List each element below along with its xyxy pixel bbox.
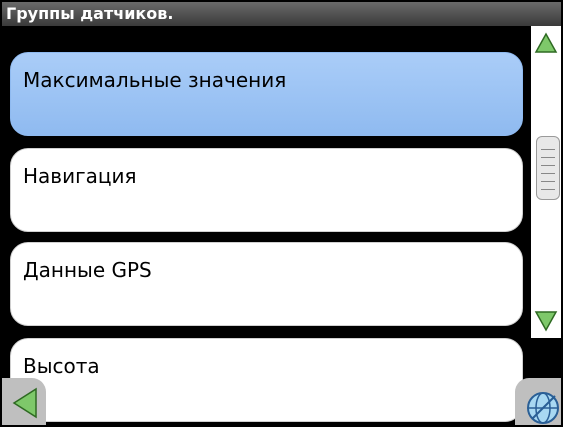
sensor-group-list: Максимальные значения Навигация Данные G…: [2, 26, 561, 425]
globe-icon: [527, 392, 559, 424]
list-item-label: Максимальные значения: [23, 68, 287, 92]
page-title: Группы датчиков.: [2, 2, 561, 26]
list-item-gps-data[interactable]: Данные GPS: [10, 242, 523, 326]
list-item-label: Навигация: [23, 164, 137, 188]
scroll-up-button[interactable]: [531, 26, 561, 58]
triangle-left-icon: [12, 387, 37, 419]
triangle-up-icon: [534, 32, 558, 53]
list-item-label: Данные GPS: [23, 258, 152, 282]
list-item-navigation[interactable]: Навигация: [10, 148, 523, 232]
scroll-down-button[interactable]: [531, 306, 561, 338]
scrollbar-thumb[interactable]: [536, 136, 560, 200]
list-item-altitude[interactable]: Высота: [10, 338, 523, 422]
back-button[interactable]: [2, 378, 46, 425]
scrollbar[interactable]: [527, 26, 561, 338]
list-item-label: Высота: [23, 354, 100, 378]
triangle-down-icon: [534, 311, 558, 332]
list-item-max-values[interactable]: Максимальные значения: [10, 52, 523, 136]
map-button[interactable]: [515, 378, 561, 425]
